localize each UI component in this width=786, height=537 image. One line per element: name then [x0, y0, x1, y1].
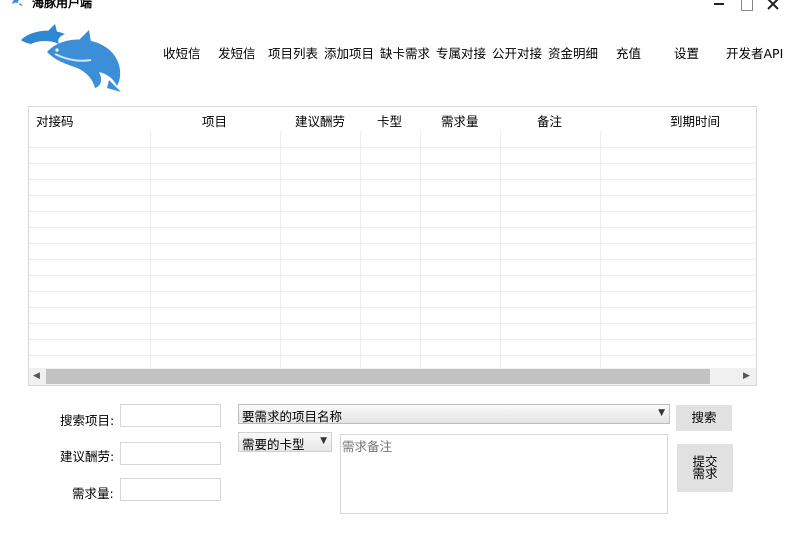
dolphin-app-icon: [12, 0, 23, 6]
project-name-select-value: 要需求的项目名称: [242, 409, 343, 424]
demand-remark-textarea[interactable]: [340, 434, 668, 514]
scroll-right-arrow-icon[interactable]: ▶: [743, 371, 750, 381]
dolphin-logo: [21, 24, 121, 92]
menu-public-docking[interactable]: 公开对接: [492, 43, 542, 61]
table-row-line: [29, 291, 756, 292]
quantity-label: 需求量:: [72, 486, 114, 501]
card-type-select[interactable]: 需要的卡型 ▼: [238, 432, 332, 452]
maximize-icon[interactable]: [739, 0, 755, 12]
chevron-down-icon[interactable]: ▼: [320, 436, 327, 446]
column-divider: [360, 131, 361, 368]
table-row-line: [29, 211, 756, 212]
column-header-remark[interactable]: 备注: [537, 111, 562, 130]
submit-demand-label-line2: 需求: [692, 466, 718, 481]
table-row-line: [29, 339, 756, 340]
column-header-reward[interactable]: 建议酬劳: [295, 111, 345, 130]
search-button[interactable]: 搜索: [676, 405, 732, 431]
column-header-project[interactable]: 项目: [202, 111, 227, 130]
column-header-quantity[interactable]: 需求量: [441, 111, 479, 130]
table-row-line: [29, 243, 756, 244]
table-row-line: [29, 275, 756, 276]
quantity-input[interactable]: [120, 478, 221, 501]
horizontal-scrollbar[interactable]: ◀ ▶: [29, 368, 756, 385]
submit-demand-button[interactable]: 提交 需求: [677, 444, 733, 492]
minimize-icon[interactable]: [712, 0, 728, 12]
card-type-select-value: 需要的卡型: [242, 437, 305, 452]
column-divider: [756, 131, 757, 368]
table-row-line: [29, 147, 756, 148]
menu-fund-details[interactable]: 资金明细: [548, 43, 598, 61]
menu-exclusive-docking[interactable]: 专属对接: [436, 43, 486, 61]
demand-table[interactable]: 对接码 项目 建议酬劳 卡型 需求量 备注 到期时间 ◀ ▶: [28, 106, 757, 386]
table-row-line: [29, 227, 756, 228]
menu-add-project[interactable]: 添加项目: [324, 43, 374, 61]
table-row-line: [29, 195, 756, 196]
table-row-line: [29, 163, 756, 164]
project-name-select[interactable]: 要需求的项目名称 ▼: [238, 404, 670, 424]
reward-label: 建议酬劳:: [60, 449, 115, 464]
menu-card-demand[interactable]: 缺卡需求: [380, 43, 430, 61]
menu-receive-sms[interactable]: 收短信: [163, 43, 201, 61]
chevron-down-icon[interactable]: ▼: [658, 408, 665, 418]
table-row-line: [29, 259, 756, 260]
column-header-expiry[interactable]: 到期时间: [670, 111, 720, 130]
table-row-line: [29, 179, 756, 180]
scroll-thumb[interactable]: [46, 369, 710, 384]
title-bar: 海豚用户端: [0, 0, 786, 16]
scroll-left-arrow-icon[interactable]: ◀: [33, 371, 40, 381]
menu-recharge[interactable]: 充值: [616, 43, 641, 61]
column-divider: [150, 131, 151, 368]
table-row-line: [29, 323, 756, 324]
column-divider: [420, 131, 421, 368]
search-project-input[interactable]: [120, 404, 221, 427]
menu-settings[interactable]: 设置: [674, 43, 699, 61]
column-header-code[interactable]: 对接码: [36, 111, 74, 130]
table-header: 对接码 项目 建议酬劳 卡型 需求量 备注 到期时间: [29, 107, 756, 131]
column-divider: [500, 131, 501, 368]
table-row-line: [29, 307, 756, 308]
reward-input[interactable]: [120, 442, 221, 465]
menu-send-sms[interactable]: 发短信: [218, 43, 256, 61]
search-project-label: 搜索项目:: [60, 413, 115, 428]
column-divider: [280, 131, 281, 368]
column-divider: [600, 131, 601, 368]
table-row-line: [29, 355, 756, 356]
menu-developer-api[interactable]: 开发者API: [726, 43, 783, 61]
close-icon[interactable]: [765, 0, 781, 12]
window-title: 海豚用户端: [32, 0, 93, 10]
menu-project-list[interactable]: 项目列表: [268, 43, 318, 61]
column-header-card-type[interactable]: 卡型: [377, 111, 402, 130]
